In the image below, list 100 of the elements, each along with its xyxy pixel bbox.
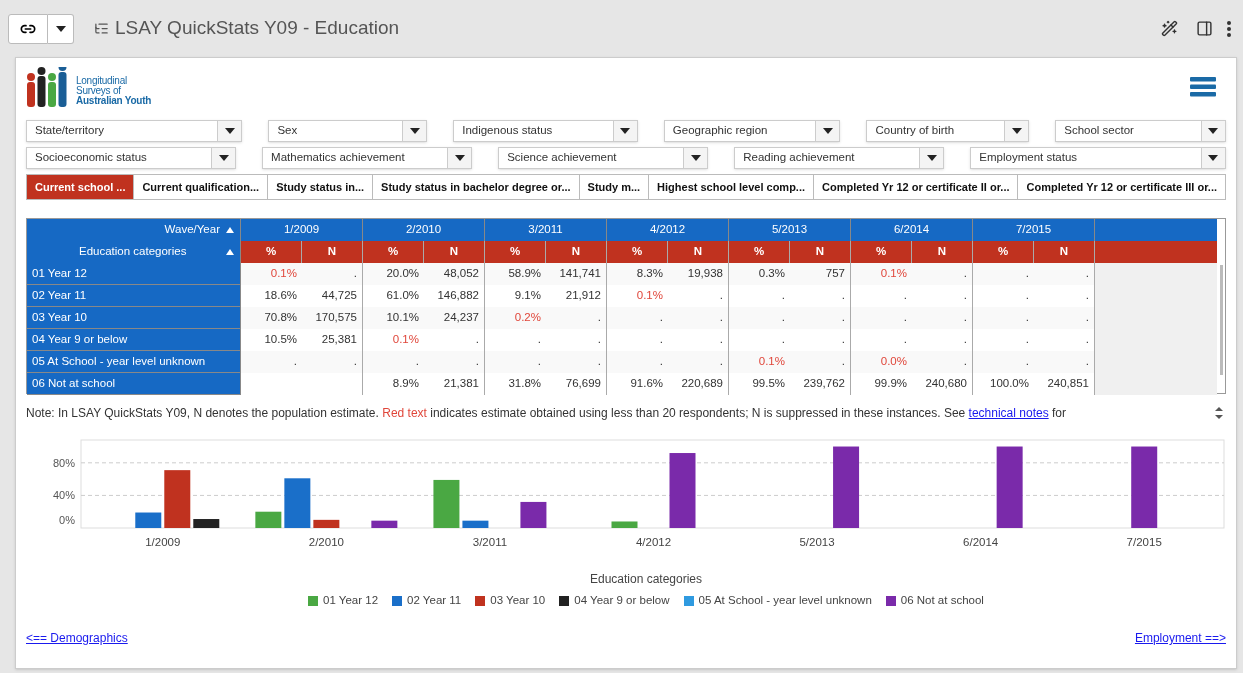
x-tick-label: 1/2009	[145, 536, 181, 548]
menu-icon[interactable]	[1190, 77, 1216, 97]
scroll-arrows-icon[interactable]	[1214, 405, 1224, 421]
filter-dropdown[interactable]: State/territory	[26, 120, 243, 142]
filter-dropdown[interactable]: Sex	[268, 120, 428, 142]
table-cell-text: 0.1%	[635, 288, 664, 304]
table-cell-text: 18.6%	[263, 288, 298, 304]
table-cell-text: .	[780, 288, 786, 304]
filter-dropdown[interactable]: Employment status	[970, 147, 1226, 169]
note-text: Note: In LSAY QuickStats Y09, N denotes the population estimate. Red text indicates estimate obtained using less than 20 respondents; N is suppressed in these instances. See technical notes for	[26, 405, 1067, 422]
filter-dropdown[interactable]: Country of birth	[866, 120, 1030, 142]
filter-dropdown[interactable]: Geographic region	[663, 120, 841, 142]
column-header: N	[668, 241, 729, 263]
table-cell-text: 8.9%	[391, 376, 420, 392]
table-cell-text: 58.9%	[507, 266, 542, 282]
table-cell-text: .	[658, 310, 664, 326]
table-cell-text: 0.2%	[513, 310, 542, 326]
filter-dropdown[interactable]: Mathematics achievement	[262, 147, 473, 169]
table-cell-text: 9.1%	[513, 288, 542, 304]
table-cell-text: 99.9%	[873, 376, 908, 392]
table-cell: 220,689	[668, 373, 729, 395]
table-cell-text: .	[1024, 266, 1030, 282]
sort-ascending-icon	[226, 227, 234, 233]
previous-link[interactable]: <== Demographics	[26, 629, 128, 648]
table-cell-text: .	[536, 354, 542, 370]
table-cell-text: 0.1%	[269, 266, 298, 282]
axis-title: Education categories	[588, 571, 704, 588]
x-tick-label: 2/2010	[308, 536, 344, 548]
y-tick-label: 40%	[52, 489, 75, 502]
column-header[interactable]: Education categories	[27, 241, 241, 263]
bar	[611, 521, 638, 528]
dropdown-button[interactable]	[48, 13, 74, 44]
bar	[313, 519, 340, 528]
table-cell-text: 20.0%	[385, 266, 420, 282]
column-header: %	[973, 241, 1034, 263]
filter-dropdown[interactable]: Science achievement	[498, 147, 709, 169]
link-button[interactable]	[8, 13, 48, 44]
filter-dropdown[interactable]: School sector	[1055, 120, 1226, 142]
table-cell-text: .	[780, 310, 786, 326]
legend-label: 04 Year 9 or below	[574, 593, 670, 608]
column-header: %	[729, 241, 790, 263]
table-cell-text: 10.5%	[263, 332, 298, 348]
technical-notes-link[interactable]: technical notes	[968, 406, 1049, 420]
table-cell-text: 0.0%	[879, 354, 908, 370]
scrollbar[interactable]	[1219, 265, 1223, 375]
filter-dropdown[interactable]: Indigenous status	[453, 120, 638, 142]
table-cell-text: .	[902, 288, 908, 304]
table-cell-text: .	[292, 354, 298, 370]
column-header: %	[241, 241, 302, 263]
next-link[interactable]: Employment ==>	[1134, 629, 1226, 648]
legend-label: 02 Year 11	[407, 593, 462, 608]
filter-dropdown[interactable]: Socioeconomic status	[26, 147, 237, 169]
column-header: %	[485, 241, 546, 263]
table-cell: 76,699	[546, 373, 607, 395]
table-cell: 21,381	[424, 373, 485, 395]
y-tick-label: 0%	[59, 514, 75, 526]
bar	[371, 520, 398, 528]
row-header: 04 Year 9 or below	[27, 329, 241, 351]
row-header: 05 At School - year level unknown	[27, 351, 241, 373]
table-cell-text: 61.0%	[385, 288, 420, 304]
column-header: %	[363, 241, 424, 263]
table-cell-text: 100.0%	[989, 376, 1030, 392]
table-cell-text: .	[780, 332, 786, 348]
column-header: N	[546, 241, 607, 263]
logo-text: Longitudinal Surveys of Australian Youth	[76, 76, 152, 107]
legend-label: 03 Year 10	[490, 593, 546, 608]
wand-icon	[1161, 20, 1178, 37]
wand-button[interactable]	[1161, 20, 1178, 37]
bar	[284, 478, 311, 528]
legend-label: 06 Not at school	[900, 593, 984, 608]
bar	[520, 501, 547, 528]
table-cell-text: .	[658, 332, 664, 348]
list-icon	[94, 21, 109, 36]
table-cell-text: .	[902, 332, 908, 348]
x-tick-label: 3/2011	[472, 536, 508, 548]
filter-dropdown[interactable]: Reading achievement	[734, 147, 945, 169]
more-icon	[1227, 20, 1231, 37]
caret-icon	[224, 128, 235, 134]
table-cell-text: .	[536, 332, 542, 348]
legend-label: 01 Year 12	[323, 593, 379, 608]
more-button[interactable]	[1227, 20, 1231, 37]
table-cell-text: 0.1%	[879, 266, 908, 282]
sort-ascending-icon	[226, 249, 234, 255]
bar	[135, 512, 162, 528]
table-cell-text: .	[902, 310, 908, 326]
table-cell-text: .	[658, 354, 664, 370]
table-cell-text: 0.1%	[391, 332, 420, 348]
table-cell-text: 0.1%	[757, 354, 786, 370]
table-cell-text: .	[1024, 354, 1030, 370]
caret-icon	[690, 155, 701, 161]
x-tick-label: 6/2014	[963, 536, 999, 548]
bar	[255, 511, 282, 528]
panel-button[interactable]	[1196, 20, 1213, 37]
page-title: LSAY QuickStats Y09 - Education	[115, 16, 400, 41]
tab[interactable]: Current school ...	[27, 175, 135, 199]
table-cell-text: 31.8%	[507, 376, 542, 392]
column-header: N	[1034, 241, 1095, 263]
bar	[164, 470, 191, 528]
caret-icon	[1208, 155, 1219, 161]
caret-icon	[454, 155, 465, 161]
